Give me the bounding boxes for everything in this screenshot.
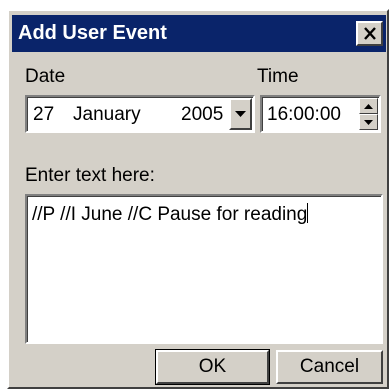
cancel-button[interactable]: Cancel (276, 350, 383, 384)
event-text-area[interactable]: //P //I June //C Pause for reading (25, 194, 383, 344)
date-dropdown-button[interactable] (229, 98, 252, 130)
text-caret (307, 203, 309, 223)
dialog-title: Add User Event (18, 22, 167, 44)
ok-button[interactable]: OK (155, 349, 270, 385)
chevron-down-icon (235, 111, 246, 117)
time-spin-up-button[interactable] (359, 98, 378, 114)
time-spin-down-button[interactable] (359, 114, 378, 130)
arrow-down-icon (364, 119, 373, 125)
date-picker[interactable]: 27 January 2005 (25, 95, 255, 133)
close-icon (363, 27, 376, 40)
date-label: Date (25, 66, 66, 87)
arrow-up-icon (364, 103, 373, 109)
time-value[interactable]: 16:00:00 (267, 104, 341, 126)
time-spinner[interactable] (359, 98, 378, 130)
date-day[interactable]: 27 (33, 104, 54, 126)
event-text-value: //P //I June //C Pause for reading (32, 204, 308, 225)
title-bar[interactable]: Add User Event (12, 15, 386, 52)
close-button[interactable] (356, 21, 383, 46)
text-entry-label: Enter text here: (25, 165, 155, 186)
event-text-line: //P //I June //C Pause for reading (32, 203, 309, 226)
time-label: Time (257, 66, 299, 87)
date-year[interactable]: 2005 (181, 104, 223, 126)
add-user-event-dialog: Add User Event Date Time 27 January 2005… (7, 9, 389, 389)
time-picker[interactable]: 16:00:00 (260, 95, 381, 133)
date-month[interactable]: January (73, 104, 141, 126)
